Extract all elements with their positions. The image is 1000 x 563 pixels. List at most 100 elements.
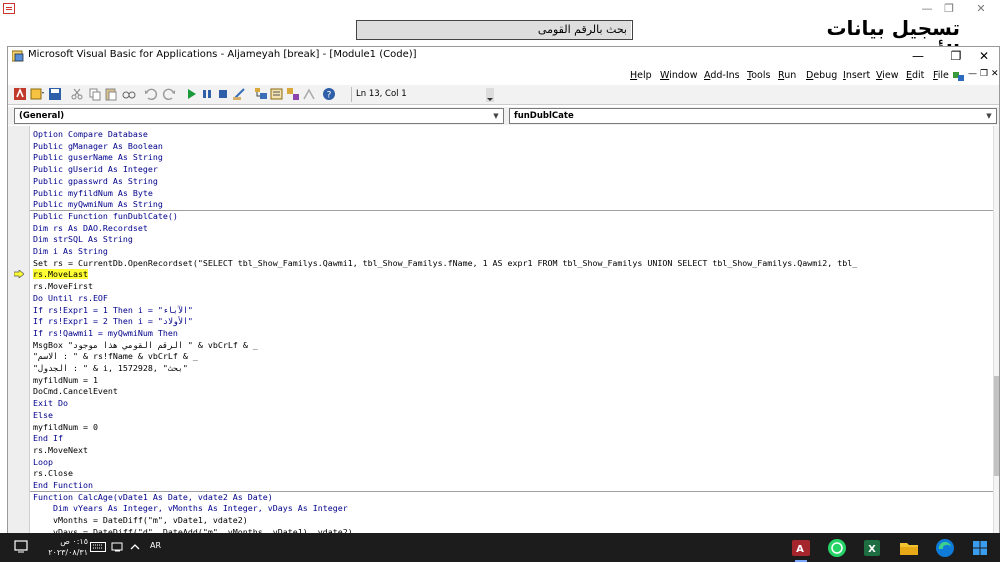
reset-icon[interactable] [216,87,230,101]
menu-run[interactable]: Run [778,70,796,81]
code-line[interactable]: End If [33,432,63,444]
code-line[interactable]: Exit Do [33,397,68,409]
menu-window[interactable]: Window [660,70,697,81]
code-line[interactable]: Public myQwmiNum As String [33,198,163,210]
menu-view[interactable]: View [876,70,899,81]
run-icon[interactable] [184,87,198,101]
taskbar: ٠:١٥ ص ٢٠٢٣/٠٨/٣١ AR A X [0,533,1000,562]
undo-icon[interactable] [144,87,158,101]
margin-indicator-bar[interactable] [8,126,30,534]
menu-insert[interactable]: Insert [843,70,870,81]
code-line[interactable]: rs.MoveNext [33,444,88,456]
code-line[interactable]: Function CalcAge(vDate1 As Date, vdate2 … [33,491,273,503]
code-line[interactable]: Public guserName As String [33,151,163,163]
code-line-text: Option Compare Database [33,129,148,139]
view-access-icon[interactable] [13,87,27,101]
object-browser-icon[interactable] [286,87,300,101]
code-line-text: Dim i As String [33,246,108,256]
windows-start-icon[interactable] [969,537,991,559]
code-line[interactable]: "الاسم : " & rs!fName & vbCrLf & _ [33,350,198,362]
whatsapp-app-icon[interactable] [826,537,848,559]
code-line[interactable]: Dim i As String [33,245,108,257]
vba-close-button[interactable]: ✕ [964,47,1000,65]
code-line[interactable]: rs.MoveFirst [33,280,93,292]
object-combo[interactable]: (General) ▼ [14,108,504,124]
search-by-national-id-input[interactable] [631,21,632,39]
find-icon[interactable] [122,87,136,101]
code-line[interactable]: myfildNum = 1 [33,374,98,386]
edge-app-icon[interactable] [934,537,956,559]
vba-minimize-button[interactable]: — [898,47,938,65]
file-explorer-app-icon[interactable] [898,537,920,559]
code-line[interactable]: myfildNum = 0 [33,421,98,433]
break-icon[interactable] [200,87,214,101]
project-explorer-icon[interactable] [254,87,268,101]
code-combo-row: (General) ▼ funDublCate ▼ [8,107,999,125]
code-line[interactable]: MsgBox "الرقم القومي هذا موجود " & vbCrL… [33,339,258,351]
execution-point-arrow-icon [14,270,24,279]
code-line[interactable]: Do Until rs.EOF [33,292,108,304]
menu-add-ins[interactable]: Add-Ins [704,70,740,81]
menu-edit[interactable]: Edit [906,70,924,81]
properties-window-icon[interactable] [270,87,284,101]
code-line[interactable]: Public Function funDublCate() [33,210,178,222]
toolbox-icon[interactable] [302,87,316,101]
search-by-national-id-label[interactable]: بحث بالرقم القومى [357,21,631,39]
menu-file[interactable]: File [933,70,949,81]
code-line-text: Public myQwmiNum As String [33,199,163,210]
excel-app-icon[interactable]: X [861,537,883,559]
code-line[interactable]: Dim vYears As Integer, vMonths As Intege… [33,502,348,514]
clock[interactable]: ٠:١٥ ص ٢٠٢٣/٠٨/٣١ [40,536,88,558]
toolbar-options-icon[interactable] [486,88,494,102]
code-line[interactable]: Public gManager As Boolean [33,140,163,152]
code-line[interactable]: Loop [33,456,53,468]
module-close-button[interactable]: ✕ [991,69,999,79]
code-line-text: Public Function funDublCate() [33,210,178,221]
notifications-icon[interactable] [14,540,30,554]
paste-icon[interactable] [104,87,118,101]
code-line[interactable]: If rs!Qawmi1 = myQwmiNum Then [33,327,178,339]
code-line-text: rs.MoveLast [33,269,88,280]
copy-icon[interactable] [88,87,102,101]
code-line[interactable]: If rs!Expr1 = 2 Then i = "الأولاد" [33,315,193,327]
chevron-up-icon[interactable] [130,542,140,552]
input-language-indicator[interactable]: AR [150,541,161,550]
help-icon[interactable]: ? [322,87,336,101]
code-line-text: Public gManager As Boolean [33,140,163,151]
code-line[interactable]: Public gpasswrd As String [33,175,158,187]
menu-tools[interactable]: Tools [747,70,770,81]
code-line[interactable]: Public gUserid As Integer [33,163,158,175]
code-line[interactable]: If rs!Expr1 = 1 Then i = "الآباء" [33,304,193,316]
current-execution-line[interactable]: rs.MoveLast [33,268,88,280]
code-line[interactable]: "الجدول : " & i, 1572928, "بحث" [33,362,188,374]
code-line[interactable]: Option Compare Database [33,128,148,140]
access-app-icon[interactable]: A [790,537,812,562]
code-line[interactable]: Dim strSQL As String [33,233,133,245]
menu-debug[interactable]: Debug [806,70,837,81]
design-mode-icon[interactable] [232,87,246,101]
code-line[interactable]: rs.Close [33,467,73,479]
keyboard-icon[interactable] [90,542,106,552]
code-line-text: End If [33,433,63,444]
code-editor[interactable]: Option Compare Database Public gManager A… [8,126,993,534]
redo-icon[interactable] [162,87,176,101]
code-line[interactable]: Dim rs As DAO.Recordset [33,222,148,234]
procedure-combo[interactable]: funDublCate ▼ [509,108,997,124]
code-line[interactable]: DoCmd.CancelEvent [33,385,118,397]
insert-module-icon[interactable] [30,87,44,101]
network-icon[interactable] [111,542,125,552]
vertical-scrollbar[interactable] [993,126,999,534]
code-line[interactable]: Else [33,409,53,421]
code-line[interactable]: vMonths = DateDiff("m", vDate1, vdate2) [33,514,248,526]
code-line[interactable]: Public myfildNum As Byte [33,187,153,199]
module-minimize-button[interactable]: — [968,69,977,79]
code-line[interactable]: Set rs = CurrentDb.OpenRecordset("SELECT… [33,257,857,269]
save-icon[interactable] [48,87,62,101]
code-line[interactable]: End Function [33,479,93,491]
scrollbar-thumb[interactable] [994,376,999,476]
access-close-button[interactable]: ✕ [966,0,996,18]
code-line-text: Public myfildNum As Byte [33,187,153,198]
menu-help[interactable]: Help [630,70,652,81]
cut-icon[interactable] [70,87,84,101]
module-restore-button[interactable]: ❐ [980,69,988,79]
